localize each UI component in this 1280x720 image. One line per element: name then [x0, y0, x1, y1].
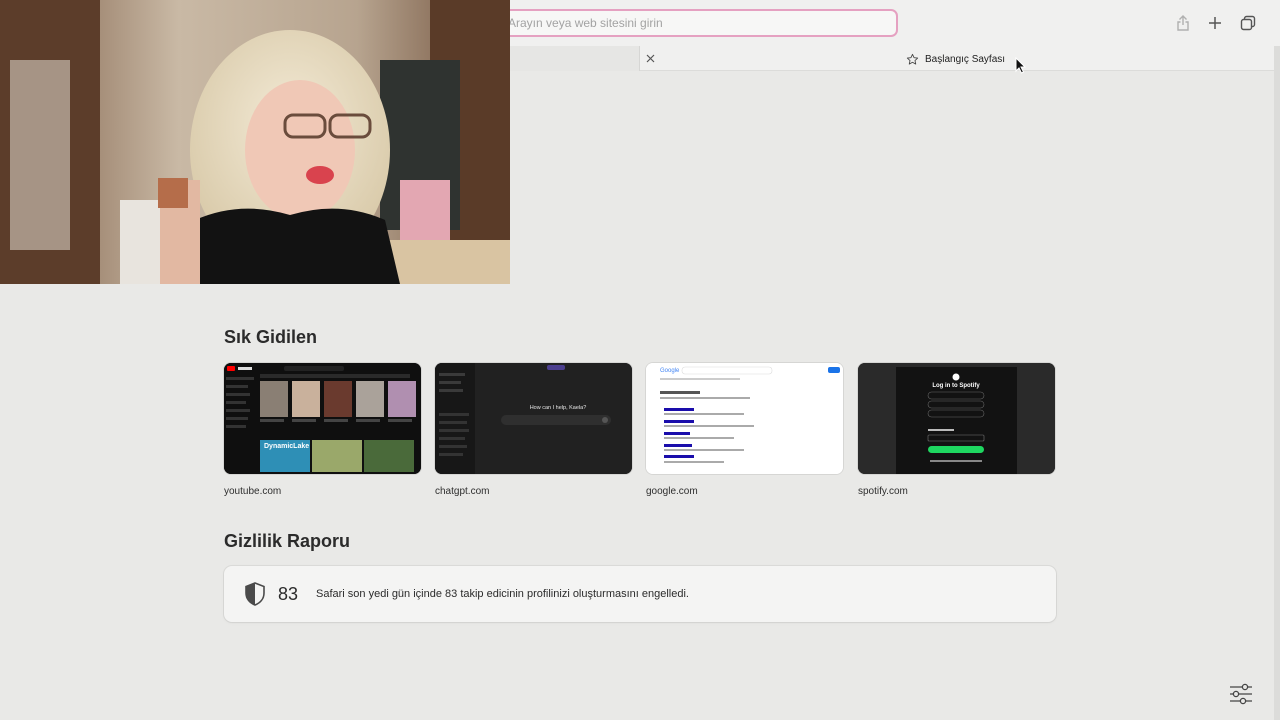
mouse-cursor-icon: [1015, 57, 1026, 74]
google-logo: Google: [660, 368, 680, 374]
tab-start-page[interactable]: Başlangıç Sayfası: [906, 50, 1005, 68]
favorite-label-google[interactable]: google.com: [646, 486, 698, 497]
favorite-label-chatgpt[interactable]: chatgpt.com: [435, 486, 489, 497]
shield-icon: [245, 582, 265, 606]
favorite-tile-google[interactable]: Google: [646, 363, 843, 474]
star-icon: [906, 53, 919, 65]
tab-label: Başlangıç Sayfası: [925, 53, 1006, 65]
favorite-tile-spotify[interactable]: Log in to Spotify: [858, 363, 1055, 474]
webcam-overlay: [0, 0, 510, 284]
chatgpt-prompt: How can I help, Kaela?: [530, 405, 587, 411]
spotify-heading: Log in to Spotify: [932, 383, 980, 389]
favorites-title: Sık Gidilen: [224, 327, 318, 347]
scrollbar[interactable]: [1274, 46, 1280, 720]
tracker-count: 83: [278, 584, 299, 604]
youtube-thumbnail: DynamicLake: [224, 363, 421, 474]
chatgpt-thumbnail: How can I help, Kaela?: [435, 363, 632, 474]
sliders-icon: [1230, 683, 1252, 705]
privacy-message: Safari son yedi gün içinde 83 takip edic…: [316, 588, 689, 600]
privacy-report-card[interactable]: 83 Safari son yedi gün içinde 83 takip e…: [224, 566, 1056, 622]
spotify-thumbnail: Log in to Spotify: [858, 363, 1055, 474]
customize-start-page-button[interactable]: [1229, 683, 1253, 705]
favorite-tile-youtube[interactable]: DynamicLake: [224, 363, 421, 474]
tab-overview-icon[interactable]: [1238, 13, 1258, 33]
close-tab-icon[interactable]: [643, 51, 657, 65]
share-icon[interactable]: [1173, 13, 1193, 33]
tab-background[interactable]: [510, 46, 640, 71]
youtube-banner-text: DynamicLake: [264, 443, 309, 450]
privacy-report-title: Gizlilik Raporu: [224, 531, 351, 551]
favorite-label-spotify[interactable]: spotify.com: [858, 486, 908, 497]
google-thumbnail: Google: [646, 363, 843, 474]
favorite-tile-chatgpt[interactable]: How can I help, Kaela?: [435, 363, 632, 474]
new-tab-icon[interactable]: [1205, 13, 1225, 33]
favorite-label-youtube[interactable]: youtube.com: [224, 486, 281, 497]
